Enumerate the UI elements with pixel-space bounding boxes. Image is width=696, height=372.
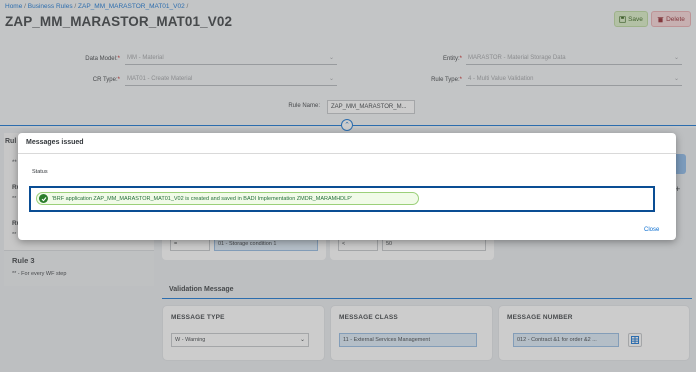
success-message-text: 'BRF application ZAP_MM_MARASTOR_MAT01_V…: [52, 195, 352, 202]
status-column-header: Status: [32, 169, 48, 175]
dialog-divider: [18, 153, 676, 154]
message-row[interactable]: 'BRF application ZAP_MM_MARASTOR_MAT01_V…: [29, 186, 655, 212]
success-message: 'BRF application ZAP_MM_MARASTOR_MAT01_V…: [36, 192, 419, 205]
checkmark-icon: [39, 194, 48, 203]
dialog-title: Messages issued: [26, 139, 84, 146]
messages-dialog: Messages issued Status 'BRF application …: [18, 133, 676, 240]
close-button[interactable]: Close: [644, 227, 659, 233]
